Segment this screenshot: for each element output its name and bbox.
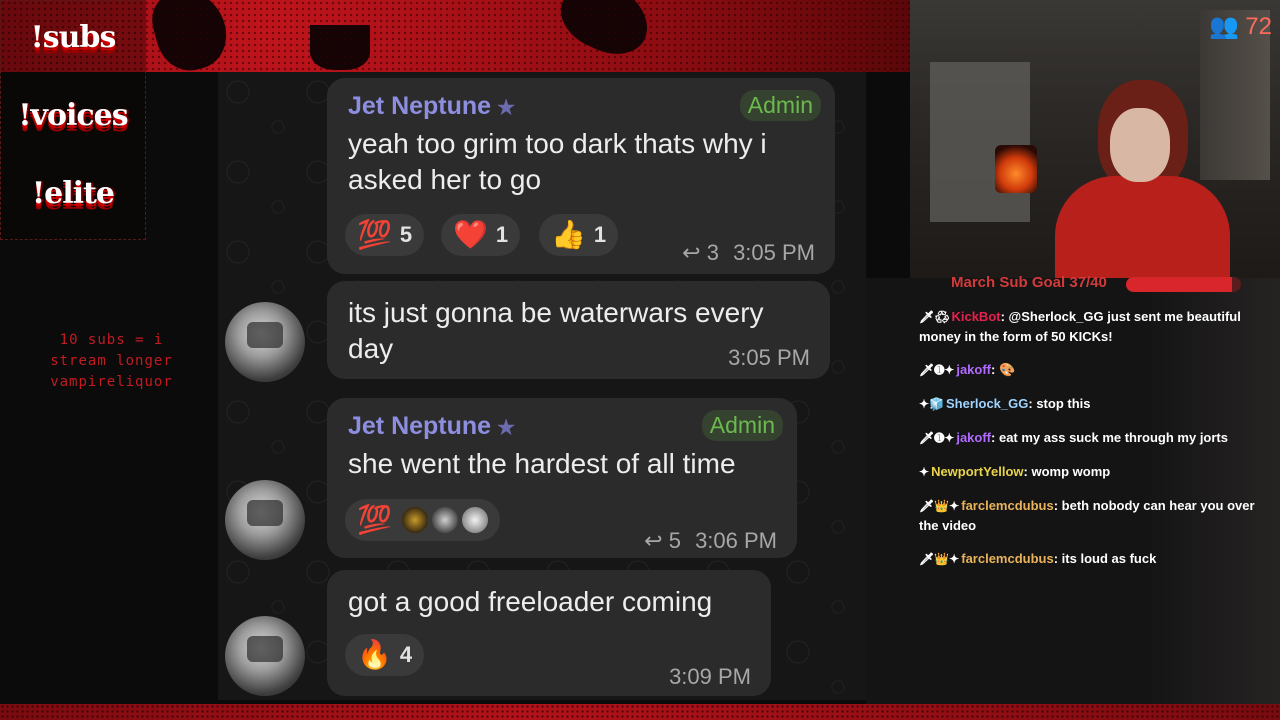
hundred-icon: 💯 — [357, 219, 392, 250]
star-icon: ★ — [497, 97, 516, 119]
reply-icon: ↩ — [644, 528, 663, 553]
chat-username[interactable]: jakoff — [956, 362, 991, 377]
streamer-face — [1110, 108, 1170, 182]
reply-count[interactable]: ↩ 5 — [644, 528, 681, 553]
command-voices: !voices — [18, 98, 128, 133]
message-text: its just gonna be waterwars every day — [348, 297, 764, 364]
chat-message: 🗡➊✦ jakoff: 🎨 — [916, 359, 1261, 381]
message-bubble[interactable]: got a good freeloader coming 🔥 4 3:09 PM — [327, 570, 771, 696]
message-meta: ↩ 5 3:06 PM — [644, 528, 777, 554]
command-subs: !subs — [30, 20, 117, 55]
avatar[interactable] — [225, 480, 305, 560]
chat-username[interactable]: Sherlock_GG — [946, 396, 1028, 411]
webcam-feed: 👥 72 — [910, 0, 1280, 278]
reactor-avatar — [399, 505, 430, 535]
avatar[interactable] — [225, 302, 305, 382]
chat-username[interactable]: NewportYellow — [931, 464, 1023, 479]
reactor-avatar — [459, 505, 490, 535]
reply-icon: ↩ — [682, 240, 701, 265]
separator: : — [1000, 309, 1009, 324]
chat-text: stop this — [1036, 396, 1091, 411]
reaction-thumbs-up[interactable]: 👍 1 — [539, 214, 619, 256]
viewers-icon: 👥 — [1209, 13, 1240, 40]
viewer-count: 👥 72 — [1209, 12, 1272, 41]
window — [930, 62, 1030, 222]
bottom-strip — [0, 704, 1280, 720]
sender-name[interactable]: Jet Neptune ★ — [348, 92, 515, 121]
chat-text: womp womp — [1031, 464, 1111, 479]
sub-goal-fill — [1126, 277, 1233, 292]
user-badges-icon: ✦🧊 — [919, 397, 944, 411]
sub-goal-label: March Sub Goal 37/40 — [951, 274, 1107, 291]
sub-goal-bar — [1126, 277, 1241, 292]
message-time: 3:05 PM — [733, 240, 815, 265]
fire-icon: 🔥 — [357, 639, 392, 670]
separator: : — [991, 362, 999, 377]
reaction-hundred[interactable]: 💯 5 — [345, 214, 425, 256]
reaction-hundred[interactable]: 💯 — [345, 499, 500, 541]
chat-username[interactable]: farclemcdubus — [961, 498, 1053, 513]
user-badges-icon: 🗡♻ — [919, 310, 950, 324]
hundred-icon: 💯 — [357, 504, 392, 535]
admin-badge: Admin — [701, 410, 783, 441]
message-bubble[interactable]: its just gonna be waterwars every day 3:… — [327, 281, 830, 379]
chat-message: ✦ NewportYellow: womp womp — [916, 461, 1261, 483]
separator: : — [991, 430, 999, 445]
stream-overlay: !subs !voices !elite 10 subs = i stream … — [0, 0, 1280, 720]
admin-badge: Admin — [739, 90, 821, 121]
fireplace — [995, 145, 1037, 193]
message-bubble[interactable]: Jet Neptune ★ Admin yeah too grim too dar… — [327, 78, 835, 274]
chat-message: 🗡👑✦ farclemcdubus: its loud as fuck — [916, 548, 1261, 570]
separator: : — [1053, 551, 1062, 566]
chat-text: its loud as fuck — [1061, 551, 1157, 566]
reaction-fire[interactable]: 🔥 4 — [345, 634, 425, 676]
chat-message: ✦🧊 Sherlock_GG: stop this — [916, 393, 1261, 415]
kick-chat: 🗡♻ KickBot: @Sherlock_GG just sent me bea… — [916, 306, 1261, 582]
avatar[interactable] — [225, 616, 305, 696]
chat-message: 🗡👑✦ farclemcdubus: beth nobody can hear y… — [916, 495, 1261, 536]
thumbs-up-icon: 👍 — [551, 219, 586, 250]
chat-text: 🎨 — [998, 362, 1016, 377]
message-text: got a good freeloader coming — [348, 586, 713, 617]
command-elite: !elite — [32, 176, 115, 211]
message-time: 3:09 PM — [669, 664, 751, 689]
chat-username[interactable]: farclemcdubus — [961, 551, 1053, 566]
user-badges-icon: 🗡➊✦ — [919, 363, 955, 377]
message-bubble[interactable]: Jet Neptune ★ Admin she went the hardest … — [327, 398, 797, 558]
reactor-avatar — [429, 505, 460, 535]
message-text: yeah too grim too dark thats why i asked… — [348, 128, 767, 195]
reply-count[interactable]: ↩ 3 — [682, 240, 719, 265]
user-badges-icon: 🗡➊✦ — [919, 431, 955, 445]
reaction-heart[interactable]: ❤️ 1 — [441, 214, 521, 256]
chat-message: 🗡➊✦ jakoff: eat my ass suck me through my… — [916, 427, 1261, 449]
chat-text: eat my ass suck me through my jorts — [998, 430, 1228, 445]
message-time: 3:05 PM — [728, 345, 810, 370]
chat-message: 🗡♻ KickBot: @Sherlock_GG just sent me bea… — [916, 306, 1261, 347]
sender-name[interactable]: Jet Neptune ★ — [348, 412, 515, 441]
star-icon: ★ — [497, 417, 516, 439]
message-meta: ↩ 3 3:05 PM — [682, 240, 815, 266]
streamer-shirt — [1055, 176, 1230, 278]
heart-icon: ❤️ — [453, 219, 488, 250]
chat-username[interactable]: KickBot — [951, 309, 1000, 324]
message-time: 3:06 PM — [695, 528, 777, 553]
message-text: she went the hardest of all time — [348, 448, 736, 479]
user-badges-icon: ✦ — [919, 465, 930, 479]
user-badges-icon: 🗡👑✦ — [919, 499, 960, 513]
chat-username[interactable]: jakoff — [956, 430, 991, 445]
separator: : — [1053, 498, 1062, 513]
user-badges-icon: 🗡👑✦ — [919, 552, 960, 566]
promo-text: 10 subs = i stream longer vampireliquor — [50, 332, 173, 390]
